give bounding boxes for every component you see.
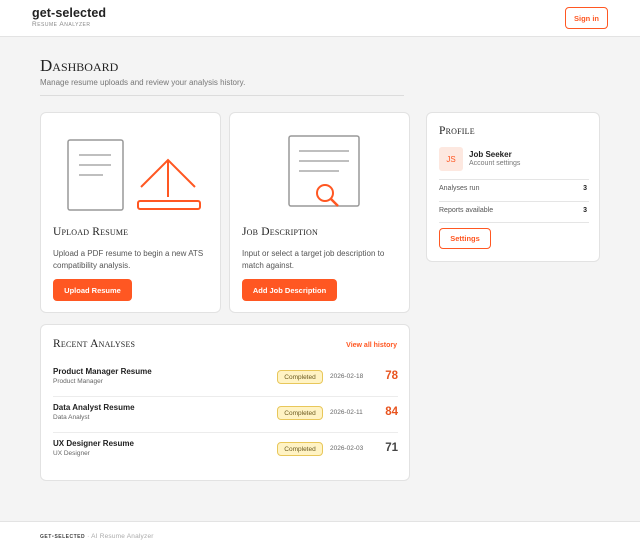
divider [439,179,589,180]
document-upload-icon [67,139,201,211]
recent-analyses-card: Recent Analyses View all history Product… [40,324,410,481]
upload-title: Upload Resume [53,226,129,238]
status-badge: Completed [277,406,323,420]
job-title: Job Description [242,226,318,238]
table-row[interactable]: Data Analyst Resume Data Analyst Complet… [53,397,398,433]
footer-text: get-selected · AI Resume Analyzer [40,533,154,540]
page-title: Dashboard [40,56,119,75]
upload-resume-card: Upload Resume Upload a PDF resume to beg… [40,112,221,313]
status-badge: Completed [277,370,323,384]
upload-description: Upload a PDF resume to begin a new ATS c… [53,249,204,270]
stat-value-analyses: 3 [583,185,587,192]
analysis-role: Product Manager [53,378,103,385]
avatar: JS [439,147,463,171]
analysis-title: Product Manager Resume [53,367,152,376]
stat-label-analyses: Analyses run [439,185,480,192]
title-divider [40,95,404,96]
analysis-title: UX Designer Resume [53,439,134,448]
footer-brand: get-selected [40,533,86,540]
brand-name: get-selected [32,6,107,20]
divider [439,222,589,223]
analysis-role: Data Analyst [53,414,90,421]
status-badge: Completed [277,442,323,456]
table-row[interactable]: Product Manager Resume Product Manager C… [53,361,398,397]
stat-value-reports: 3 [583,207,587,214]
table-row[interactable]: UX Designer Resume UX Designer Completed… [53,433,398,469]
profile-title: Profile [439,125,475,137]
upload-resume-button[interactable]: Upload Resume [53,279,132,301]
footer-tagline: · AI Resume Analyzer [85,533,154,540]
sign-in-button[interactable]: Sign in [565,7,608,29]
page-subtitle: Manage resume uploads and review your an… [40,78,246,87]
add-job-description-button[interactable]: Add Job Description [242,279,337,301]
brand[interactable]: get-selected Resume Analyzer [32,6,106,28]
document-search-icon [288,135,360,207]
recent-analyses-title: Recent Analyses [53,338,136,350]
analysis-date: 2026-02-11 [330,409,363,416]
analysis-date: 2026-02-03 [330,445,364,452]
profile-card: Profile JS Job Seeker Account settings A… [426,112,600,262]
settings-button[interactable]: Settings [439,228,491,249]
analysis-score: 78 [385,370,398,382]
view-all-history-link[interactable]: View all history [346,342,397,349]
analysis-date: 2026-02-18 [330,373,364,380]
brand-subtitle: Resume Analyzer [32,21,91,28]
analysis-title: Data Analyst Resume [53,403,135,412]
job-description-card: Job Description Input or select a target… [229,112,410,313]
analysis-score: 84 [385,406,398,418]
analysis-score: 71 [385,442,398,454]
job-description-text: Input or select a target job description… [242,249,385,270]
profile-role: Account settings [469,160,521,167]
top-header: get-selected Resume Analyzer Sign in [0,0,640,37]
divider [439,201,589,202]
stat-label-reports: Reports available [439,207,494,214]
footer: get-selected · AI Resume Analyzer [0,521,640,550]
analysis-role: UX Designer [53,450,90,457]
profile-name: Job Seeker [469,150,512,159]
